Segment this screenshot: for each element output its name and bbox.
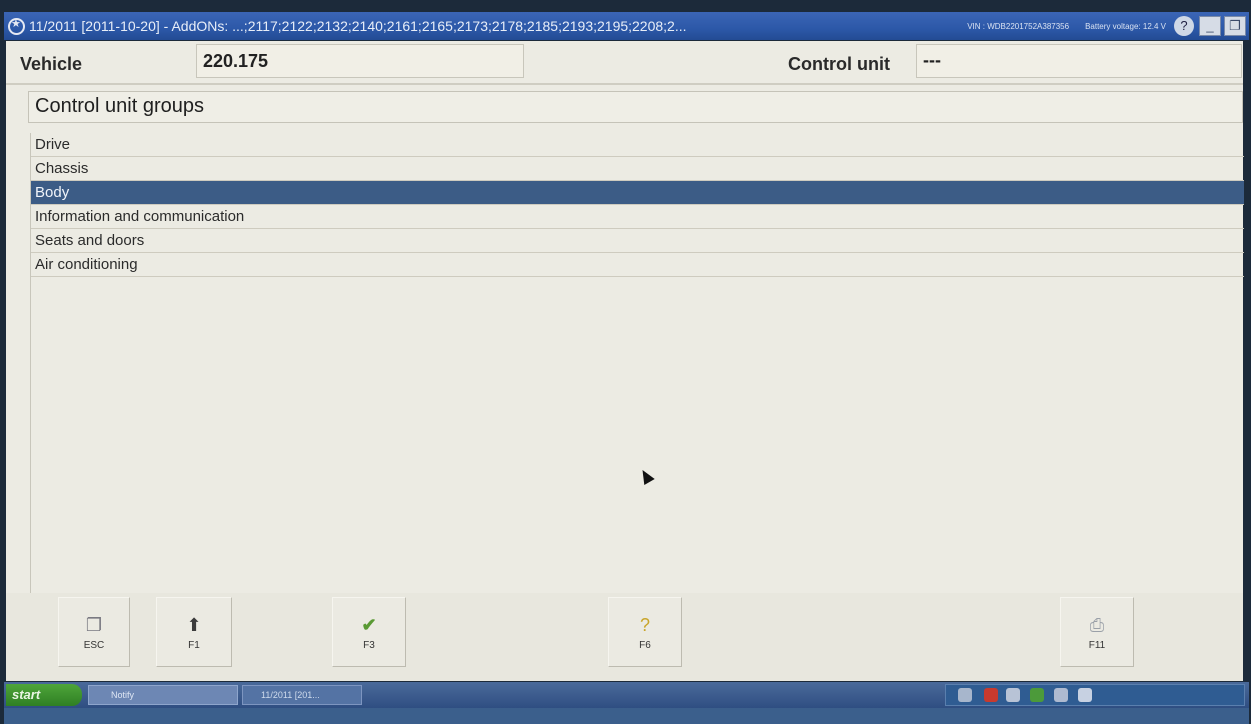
status-strip [4, 708, 1249, 724]
taskbar-item-xentry[interactable]: 11/2011 [201... [242, 685, 362, 705]
vehicle-field: 220.175 [196, 44, 524, 78]
tray-alert-icon [984, 688, 998, 702]
exit-icon: ❐ [85, 615, 103, 635]
f11-button[interactable]: ⎙ F11 [1060, 597, 1134, 667]
f3-key-label: F3 [363, 640, 375, 651]
tray-status-icon [1030, 688, 1044, 702]
control-unit-field: --- [916, 44, 1242, 78]
list-item-seats-and-doors[interactable]: Seats and doors [31, 229, 1244, 253]
print-icon: ⎙ [1089, 615, 1105, 635]
tray-sync-icon [1006, 688, 1020, 702]
function-key-bar: ❐ ESC ⬆ F1 ✔ F3 ? F6 ⎙ F11 [6, 593, 1243, 681]
window-title: 11/2011 [2011-10-20] - AddONs: ...;2117;… [29, 18, 687, 34]
checkmark-icon: ✔ [361, 615, 377, 635]
vin-display: VIN : WDB2201752A387356 [967, 21, 1070, 31]
list-item-chassis[interactable]: Chassis [31, 157, 1244, 181]
esc-button[interactable]: ❐ ESC [58, 597, 130, 667]
mercedes-logo-icon [8, 17, 25, 35]
app-main: Vehicle 220.175 Control unit --- Control… [6, 41, 1244, 681]
f1-button[interactable]: ⬆ F1 [156, 597, 232, 667]
control-unit-label: Control unit [788, 54, 890, 74]
list-item-body[interactable]: Body [31, 181, 1244, 205]
f3-button[interactable]: ✔ F3 [332, 597, 406, 667]
help-icon[interactable]: ? [1174, 16, 1194, 36]
list-item-air-conditioning[interactable]: Air conditioning [31, 253, 1244, 277]
vehicle-label: Vehicle [20, 54, 83, 74]
tray-network-icon [958, 688, 972, 702]
f6-button[interactable]: ? F6 [608, 597, 682, 667]
window-titlebar: 11/2011 [2011-10-20] - AddONs: ...;2117;… [4, 12, 1249, 40]
battery-voltage: Battery voltage: 12.4 V [1085, 21, 1166, 31]
system-tray [945, 684, 1245, 706]
windows-taskbar: start Notify 11/2011 [201... [4, 682, 1249, 708]
list-item-drive[interactable]: Drive [31, 133, 1244, 157]
f11-key-label: F11 [1088, 640, 1106, 651]
esc-key-label: ESC [83, 640, 105, 651]
list-item-information-and-communication[interactable]: Information and communication [31, 205, 1244, 229]
f6-key-label: F6 [639, 640, 651, 651]
help-question-icon: ? [639, 615, 650, 635]
arrow-up-icon: ⬆ [186, 615, 202, 635]
f1-key-label: F1 [188, 640, 200, 651]
start-button[interactable]: start [6, 684, 82, 706]
tray-tool-icon [1054, 688, 1068, 702]
tray-device-icon [1078, 688, 1092, 702]
control-unit-groups-header: Control unit groups [28, 91, 1243, 123]
minimize-button[interactable]: _ [1199, 16, 1221, 36]
vehicle-row: Vehicle 220.175 Control unit --- [6, 41, 1243, 85]
taskbar-item-notify[interactable]: Notify [88, 685, 238, 705]
control-unit-groups-list: Drive Chassis Body Information and commu… [30, 133, 1244, 593]
monitor-screen: 11/2011 [2011-10-20] - AddONs: ...;2117;… [0, 0, 1251, 724]
restore-button[interactable]: ❐ [1224, 16, 1246, 36]
